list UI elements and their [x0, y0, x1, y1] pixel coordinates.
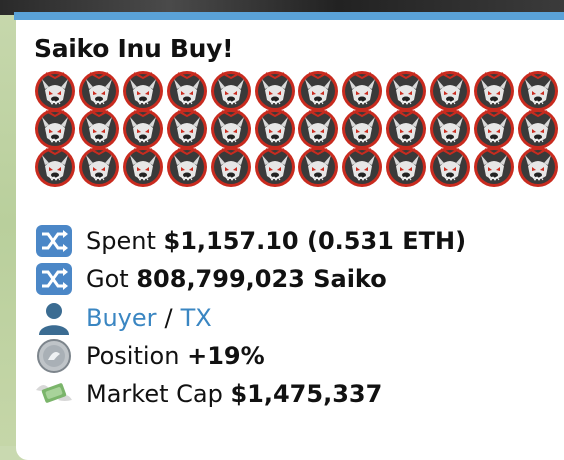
- saiko-wolf-emoji: [297, 108, 339, 150]
- saiko-wolf-emoji: [122, 108, 164, 150]
- shuffle-icon: [34, 223, 76, 259]
- saiko-wolf-emoji: [429, 70, 471, 112]
- wolf-emoji-grid: [34, 70, 564, 190]
- saiko-wolf-emoji: [34, 108, 76, 150]
- saiko-wolf-emoji: [473, 146, 515, 188]
- saiko-wolf-emoji: [473, 108, 515, 150]
- saiko-wolf-emoji: [385, 108, 427, 150]
- money-wings-icon: [34, 376, 76, 412]
- saiko-wolf-emoji: [78, 70, 120, 112]
- message-accent-bar: [14, 12, 564, 20]
- saiko-wolf-emoji: [166, 70, 208, 112]
- got-row: Got 808,799,023 Saiko: [34, 260, 387, 298]
- saiko-wolf-emoji: [122, 70, 164, 112]
- saiko-wolf-emoji: [122, 146, 164, 188]
- got-value: 808,799,023 Saiko: [136, 265, 387, 293]
- message-title: Saiko Inu Buy!: [34, 34, 234, 63]
- saiko-wolf-emoji: [34, 70, 76, 112]
- got-label: Got: [86, 265, 129, 293]
- saiko-wolf-emoji: [429, 108, 471, 150]
- chat-background: [0, 0, 16, 446]
- saiko-wolf-emoji: [473, 70, 515, 112]
- saiko-wolf-emoji: [210, 108, 252, 150]
- coin-icon: [34, 338, 76, 374]
- saiko-wolf-emoji: [78, 108, 120, 150]
- position-value: +19%: [187, 342, 265, 370]
- saiko-wolf-emoji: [254, 70, 296, 112]
- market-cap-row: Market Cap $1,475,337: [34, 375, 382, 413]
- saiko-wolf-emoji: [254, 108, 296, 150]
- spent-label: Spent: [86, 227, 156, 255]
- tx-link[interactable]: TX: [181, 304, 212, 332]
- saiko-wolf-emoji: [254, 146, 296, 188]
- saiko-wolf-emoji: [341, 108, 383, 150]
- saiko-wolf-emoji: [385, 70, 427, 112]
- links-row: Buyer / TX: [34, 299, 212, 337]
- saiko-wolf-emoji: [385, 146, 427, 188]
- saiko-wolf-emoji: [34, 146, 76, 188]
- link-separator: /: [164, 304, 173, 332]
- saiko-wolf-emoji: [210, 146, 252, 188]
- saiko-wolf-emoji: [297, 70, 339, 112]
- market-cap-value: $1,475,337: [230, 380, 383, 408]
- saiko-wolf-emoji: [341, 146, 383, 188]
- shuffle-icon: [34, 261, 76, 297]
- saiko-wolf-emoji: [210, 70, 252, 112]
- saiko-wolf-emoji: [429, 146, 471, 188]
- position-label: Position: [86, 342, 180, 370]
- person-silhouette-icon: [34, 300, 76, 336]
- market-cap-label: Market Cap: [86, 380, 223, 408]
- saiko-wolf-emoji: [517, 108, 559, 150]
- saiko-wolf-emoji: [297, 146, 339, 188]
- buyer-link[interactable]: Buyer: [86, 304, 157, 332]
- saiko-wolf-emoji: [78, 146, 120, 188]
- saiko-wolf-emoji: [341, 70, 383, 112]
- position-row: Position +19%: [34, 337, 265, 375]
- saiko-wolf-emoji: [166, 146, 208, 188]
- saiko-wolf-emoji: [517, 146, 559, 188]
- spent-row: Spent $1,157.10 (0.531 ETH): [34, 222, 466, 260]
- spent-value: $1,157.10 (0.531 ETH): [163, 227, 467, 255]
- saiko-wolf-emoji: [517, 70, 559, 112]
- saiko-wolf-emoji: [166, 108, 208, 150]
